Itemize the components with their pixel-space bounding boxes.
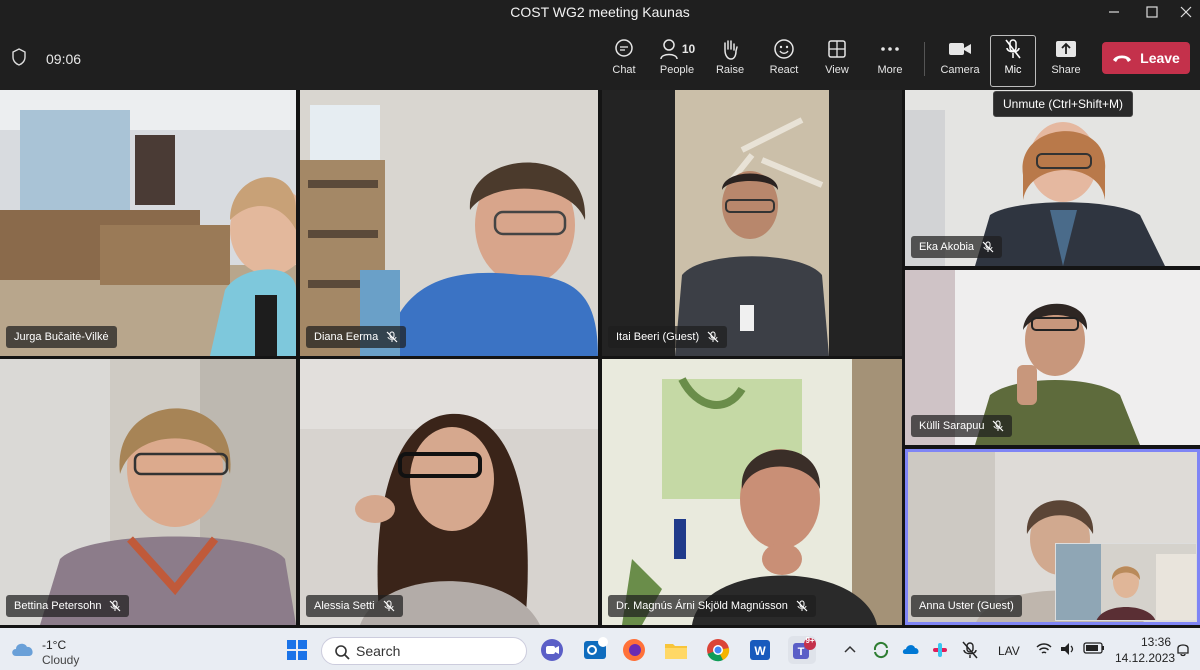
video-feed	[602, 90, 902, 356]
svg-text:T: T	[798, 646, 805, 658]
people-count: 10	[681, 42, 696, 56]
participant-name-tag: Bettina Petersohn	[6, 595, 130, 617]
shield-icon	[12, 48, 26, 66]
mic-off-icon	[993, 420, 1004, 432]
video-feed	[300, 359, 598, 625]
video-feed	[602, 359, 902, 625]
toolbar-divider	[924, 42, 925, 76]
title-bar: COST WG2 meeting Kaunas	[0, 0, 1200, 24]
clock-date: 14.12.2023	[1115, 651, 1176, 665]
mic-off-icon	[383, 600, 394, 612]
windows-taskbar: -1°C Cloudy Search W T 9+ LAV 13:36 14.1…	[0, 628, 1200, 670]
share-button[interactable]: Share	[1041, 38, 1091, 86]
chevron-up-icon[interactable]	[844, 644, 856, 654]
meeting-timer: 09:06	[46, 51, 82, 67]
camera-icon	[949, 43, 971, 55]
view-button[interactable]: View	[812, 38, 862, 86]
smiley-icon	[774, 39, 794, 59]
more-dots-icon	[881, 47, 899, 51]
participant-name-tag: Anna Uster (Guest)	[911, 595, 1022, 617]
minimize-button[interactable]	[1094, 0, 1134, 24]
mic-off-icon	[707, 331, 719, 343]
window-title: COST WG2 meeting Kaunas	[510, 4, 690, 20]
taskbar-search[interactable]: Search	[321, 637, 527, 665]
windows-logo-icon	[287, 640, 307, 660]
chat-icon	[615, 39, 633, 57]
self-view-feed	[1056, 544, 1196, 620]
video-feed	[0, 359, 296, 625]
participant-name-tag: Itai Beeri (Guest)	[608, 326, 728, 348]
svg-text:W: W	[754, 644, 766, 658]
chrome-icon[interactable]	[704, 636, 732, 664]
react-button[interactable]: React	[759, 38, 809, 86]
participant-name-tag: Alessia Setti	[306, 595, 403, 617]
battery-icon[interactable]	[1083, 642, 1105, 654]
share-icon	[1056, 41, 1076, 57]
meeting-toolbar: 09:06 Chat 10 People Raise React View Mo…	[0, 24, 1200, 90]
video-feed	[300, 90, 598, 356]
mic-tooltip: Unmute (Ctrl+Shift+M)	[993, 91, 1133, 117]
chat-button[interactable]: Chat	[599, 38, 649, 86]
close-window-button[interactable]	[1166, 0, 1200, 24]
weather-temperature[interactable]: -1°C	[42, 638, 66, 652]
input-language[interactable]: LAV	[998, 644, 1020, 658]
more-button[interactable]: More	[865, 38, 915, 86]
slack-icon[interactable]	[931, 641, 949, 659]
start-button[interactable]	[283, 636, 311, 664]
file-explorer-icon[interactable]	[662, 636, 690, 664]
notification-bell-icon[interactable]	[1176, 641, 1190, 657]
sync-icon[interactable]	[872, 641, 890, 659]
close-icon	[1180, 6, 1192, 18]
speaker-icon[interactable]	[1060, 642, 1076, 656]
grid-view-icon	[828, 40, 846, 58]
self-view[interactable]	[1055, 543, 1197, 621]
firefox-icon[interactable]	[620, 636, 648, 664]
camera-button[interactable]: Camera	[935, 38, 985, 86]
video-feed	[0, 90, 296, 356]
participant-tile[interactable]: Dr. Magnús Árni Skjöld Magnússon	[602, 359, 902, 625]
wifi-icon[interactable]	[1036, 642, 1052, 656]
hand-icon	[724, 40, 738, 60]
raise-hand-button[interactable]: Raise	[705, 38, 755, 86]
people-icon	[660, 39, 678, 60]
mic-off-icon	[982, 241, 994, 253]
clock-time: 13:36	[1140, 635, 1171, 649]
participant-tile[interactable]: Diana Eerma	[300, 90, 598, 356]
word-icon[interactable]: W	[746, 636, 774, 664]
weather-condition[interactable]: Cloudy	[42, 653, 79, 667]
phone-hangup-icon	[1113, 55, 1132, 62]
participant-tile[interactable]: Itai Beeri (Guest)	[602, 90, 902, 356]
minimize-icon	[1109, 11, 1119, 13]
teams-badge: 9+	[805, 636, 815, 645]
search-icon	[335, 645, 350, 660]
people-button[interactable]: 10 People	[652, 38, 702, 86]
cloud-icon	[12, 643, 33, 656]
meet-app-icon[interactable]	[538, 636, 566, 664]
mic-off-icon	[796, 600, 808, 612]
taskbar-clock[interactable]: 13:36 14.12.2023	[1115, 634, 1176, 666]
participant-tile[interactable]: Bettina Petersohn	[0, 359, 296, 625]
mic-off-icon	[1005, 39, 1021, 59]
mic-off-icon	[110, 600, 121, 612]
participant-name-tag: Külli Sarapuu	[911, 415, 1013, 437]
participant-name-tag: Eka Akobia	[911, 236, 1003, 258]
onedrive-icon[interactable]	[902, 642, 920, 656]
participant-tile[interactable]: Alessia Setti	[300, 359, 598, 625]
participant-name-tag: Jurga Bučaitė-Vilkė	[6, 326, 117, 348]
mic-off-icon	[386, 331, 398, 343]
maximize-icon	[1146, 6, 1158, 18]
participant-name-tag: Diana Eerma	[306, 326, 407, 348]
teams-icon[interactable]: T 9+	[788, 636, 816, 664]
mic-button[interactable]: Mic	[988, 38, 1038, 86]
participant-tile[interactable]: Jurga Bučaitė-Vilkė	[0, 90, 296, 356]
outlook-icon[interactable]	[581, 636, 609, 664]
participant-name-tag: Dr. Magnús Árni Skjöld Magnússon	[608, 595, 816, 617]
leave-button[interactable]: Leave	[1102, 42, 1190, 74]
participant-tile[interactable]: Külli Sarapuu	[905, 270, 1200, 445]
mic-muted-tray-icon[interactable]	[962, 641, 978, 659]
